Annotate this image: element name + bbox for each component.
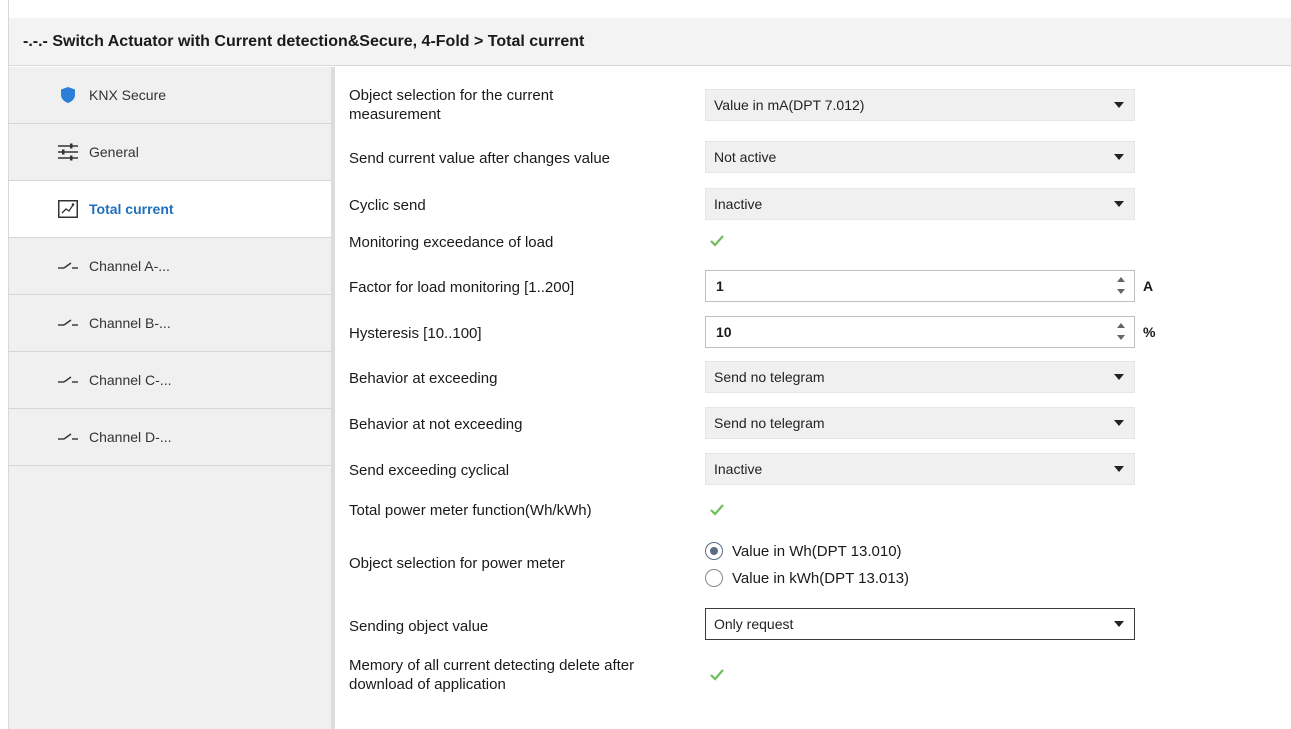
chart-icon [57, 200, 79, 218]
object-selection-dropdown[interactable]: Value in mA(DPT 7.012) [705, 89, 1135, 121]
sidebar-item-label: General [89, 144, 139, 160]
send-exceeding-cyclical-label: Send exceeding cyclical [349, 462, 510, 479]
sidebar-item-label: Channel D-... [89, 429, 172, 445]
monitoring-checkbox[interactable] [707, 231, 727, 251]
check-icon [710, 504, 724, 516]
cyclic-send-dropdown[interactable]: Inactive [705, 188, 1135, 220]
send-after-change-label: Send current value after changes value [349, 150, 610, 167]
shield-icon [57, 87, 79, 103]
radio-button[interactable] [705, 542, 723, 560]
sidebar-item-label: Channel C-... [89, 372, 172, 388]
window-left-edge [0, 0, 9, 729]
switch-icon [57, 432, 79, 442]
power-meter-function-checkbox[interactable] [707, 500, 727, 520]
dropdown-value: Value in mA(DPT 7.012) [714, 97, 865, 113]
check-icon [710, 235, 724, 247]
dropdown-value: Not active [714, 149, 777, 165]
radio-label: Value in Wh(DPT 13.010) [732, 542, 902, 560]
hysteresis-unit: % [1143, 324, 1156, 340]
radio-option-wh[interactable]: Value in Wh(DPT 13.010) [705, 540, 902, 562]
power-meter-object-label: Object selection for power meter [349, 555, 565, 572]
sidebar-item-label: Total current [89, 201, 174, 217]
radio-option-kwh[interactable]: Value in kWh(DPT 13.013) [705, 567, 909, 589]
object-selection-label: Object selection for the current measure… [349, 87, 554, 123]
input-value: 1 [716, 278, 724, 294]
behavior-not-exceeding-label: Behavior at not exceeding [349, 416, 523, 433]
sidebar-item-general[interactable]: General [9, 124, 331, 181]
factor-input[interactable]: 1 [705, 270, 1135, 302]
factor-unit: A [1143, 278, 1154, 294]
dropdown-value: Inactive [714, 196, 763, 212]
hysteresis-input[interactable]: 10 [705, 316, 1135, 348]
sidebar-item-label: KNX Secure [89, 87, 167, 103]
chevron-down-icon [1114, 621, 1124, 627]
behavior-not-exceeding-dropdown[interactable]: Send no telegram [705, 407, 1135, 439]
send-after-change-dropdown[interactable]: Not active [705, 141, 1135, 173]
switch-icon [57, 375, 79, 385]
sidebar-item-channel-a[interactable]: Channel A-... [9, 238, 331, 295]
radio-label: Value in kWh(DPT 13.013) [732, 569, 910, 587]
chevron-down-icon [1114, 201, 1124, 207]
send-exceeding-cyclical-dropdown[interactable]: Inactive [705, 453, 1135, 485]
dropdown-value: Only request [714, 616, 794, 632]
memory-delete-label: Memory of all current detecting delete a… [349, 657, 635, 693]
sidebar-item-label: Channel B-... [89, 315, 171, 331]
sliders-icon [57, 143, 79, 161]
sidebar-item-label: Channel A-... [89, 258, 170, 274]
behavior-exceeding-dropdown[interactable]: Send no telegram [705, 361, 1135, 393]
sending-object-value-dropdown[interactable]: Only request [705, 608, 1135, 640]
chevron-down-icon [1114, 154, 1124, 160]
dropdown-value: Send no telegram [714, 369, 825, 385]
power-meter-function-label: Total power meter function(Wh/kWh) [349, 502, 592, 519]
dropdown-value: Inactive [714, 461, 763, 477]
spinner-arrows-icon[interactable] [1116, 321, 1126, 343]
radio-button[interactable] [705, 569, 723, 587]
sidebar-item-channel-c[interactable]: Channel C-... [9, 352, 331, 409]
sidebar-item-channel-d[interactable]: Channel D-... [9, 409, 331, 466]
sidebar-item-total-current[interactable]: Total current [9, 181, 331, 238]
spinner-arrows-icon[interactable] [1116, 275, 1126, 297]
sidebar-item-knx-secure[interactable]: KNX Secure [9, 67, 331, 124]
factor-label: Factor for load monitoring [1..200] [349, 279, 575, 296]
sidebar: KNX Secure General Total current Channel… [9, 67, 335, 729]
sending-object-value-label: Sending object value [349, 618, 489, 635]
check-icon [710, 669, 724, 681]
input-value: 10 [716, 324, 732, 340]
chevron-down-icon [1114, 420, 1124, 426]
hysteresis-label: Hysteresis [10..100] [349, 325, 482, 342]
monitoring-label: Monitoring exceedance of load [349, 234, 554, 251]
behavior-exceeding-label: Behavior at exceeding [349, 370, 498, 387]
parameter-panel: Object selection for the current measure… [335, 67, 1291, 729]
cyclic-send-label: Cyclic send [349, 197, 426, 214]
chevron-down-icon [1114, 466, 1124, 472]
chevron-down-icon [1114, 374, 1124, 380]
dropdown-value: Send no telegram [714, 415, 825, 431]
chevron-down-icon [1114, 102, 1124, 108]
switch-icon [57, 318, 79, 328]
memory-delete-checkbox[interactable] [707, 665, 727, 685]
switch-icon [57, 261, 79, 271]
page-title: -.-.- Switch Actuator with Current detec… [9, 18, 1291, 66]
sidebar-item-channel-b[interactable]: Channel B-... [9, 295, 331, 352]
